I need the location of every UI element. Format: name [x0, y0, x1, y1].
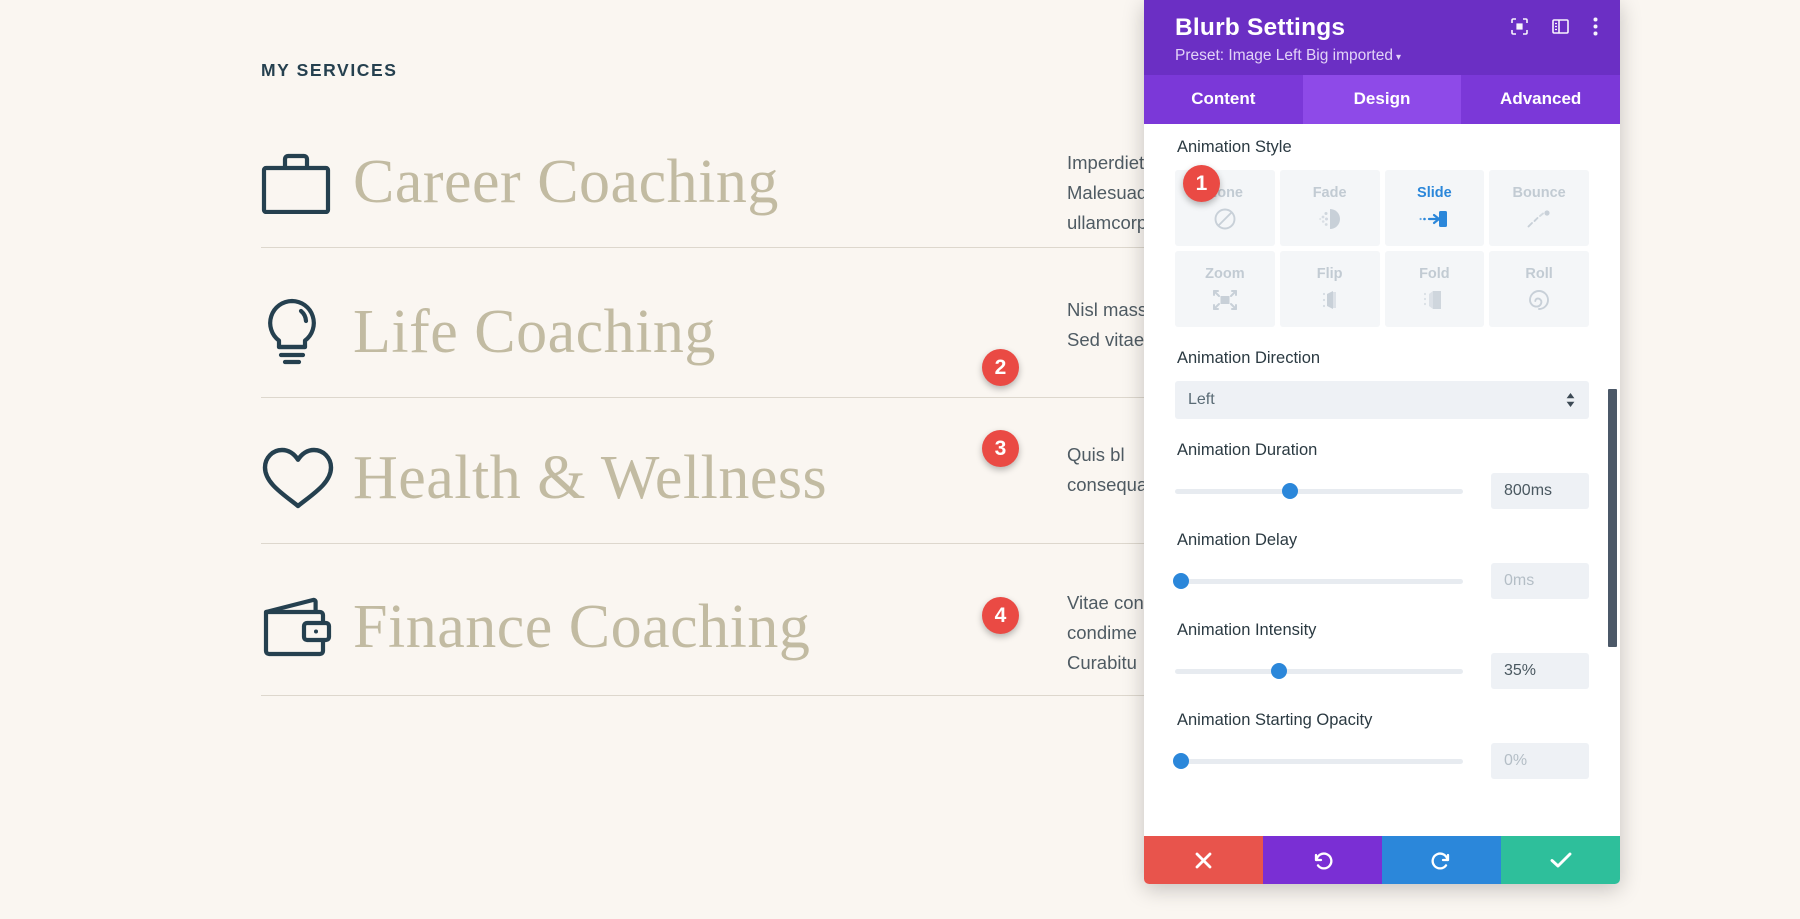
wallet-icon — [261, 596, 353, 660]
slider-track[interactable] — [1172, 573, 1463, 589]
fade-icon — [1317, 206, 1343, 232]
chevron-down-icon: ▾ — [1395, 52, 1401, 63]
slide-icon — [1419, 206, 1449, 232]
animation-option-zoom[interactable]: Zoom — [1175, 251, 1275, 327]
animation-delay-field: Animation Delay 0ms — [1144, 531, 1620, 599]
settings-panel-body[interactable]: Animation Style None Fade Slide Bounce Z… — [1144, 124, 1620, 836]
animation-opacity-slider[interactable] — [1172, 744, 1491, 778]
redo-button[interactable] — [1382, 836, 1501, 884]
animation-opacity-row: 0% — [1172, 743, 1589, 779]
flip-icon — [1317, 287, 1343, 313]
preset-label: Preset: Image Left Big imported — [1175, 47, 1393, 64]
animation-delay-slider[interactable] — [1172, 564, 1491, 598]
tab-bar: Content Design Advanced — [1144, 75, 1620, 124]
animation-option-roll[interactable]: Roll — [1489, 251, 1589, 327]
scrollbar[interactable] — [1608, 124, 1617, 836]
slider-track[interactable] — [1175, 483, 1463, 499]
animation-option-fade[interactable]: Fade — [1279, 170, 1380, 246]
slider-track[interactable] — [1172, 753, 1463, 769]
animation-intensity-slider[interactable] — [1175, 654, 1491, 688]
option-label: Flip — [1316, 265, 1343, 282]
preset-selector[interactable]: Preset: Image Left Big imported ▾ — [1175, 47, 1589, 65]
save-button[interactable] — [1501, 836, 1620, 884]
heart-icon — [261, 446, 353, 512]
slider-thumb[interactable] — [1172, 573, 1189, 589]
zoom-icon — [1212, 287, 1238, 313]
callout-badge-2: 2 — [982, 349, 1019, 386]
animation-intensity-field: Animation Intensity 35% — [1144, 621, 1620, 689]
animation-intensity-row: 35% — [1175, 653, 1589, 689]
focus-icon[interactable] — [1511, 18, 1528, 35]
roll-icon — [1526, 287, 1552, 313]
modal-header: Blurb Settings Preset: Image Left Big im… — [1144, 0, 1620, 75]
callout-badge-1: 1 — [1183, 165, 1220, 202]
page-title: MY SERVICES — [261, 60, 398, 80]
animation-direction-select[interactable]: Left — [1175, 381, 1589, 419]
animation-intensity-label: Animation Intensity — [1177, 621, 1317, 639]
slider-thumb[interactable] — [1172, 753, 1189, 769]
screen: MY SERVICES Career Coaching Imperdiet Ma… — [0, 0, 1800, 919]
animation-opacity-label: Animation Starting Opacity — [1177, 711, 1373, 729]
option-label: Zoom — [1205, 265, 1245, 282]
callout-badge-3: 3 — [982, 430, 1019, 467]
scrollbar-thumb[interactable] — [1608, 389, 1617, 647]
animation-direction-field: Animation Direction Left — [1144, 349, 1620, 419]
animation-style-label: Animation Style — [1177, 138, 1292, 156]
option-label: Bounce — [1512, 184, 1566, 201]
animation-option-fold[interactable]: Fold — [1384, 251, 1485, 327]
cancel-button[interactable] — [1144, 836, 1263, 884]
animation-duration-field: Animation Duration 800ms — [1144, 441, 1620, 509]
animation-style-field: Animation Style None Fade Slide Bounce Z… — [1144, 138, 1620, 327]
animation-duration-slider[interactable] — [1175, 474, 1491, 508]
service-row[interactable]: Career Coaching — [261, 118, 1161, 248]
animation-delay-input[interactable]: 0ms — [1491, 563, 1589, 599]
more-options-icon[interactable] — [1593, 17, 1598, 36]
slider-thumb[interactable] — [1282, 483, 1299, 499]
animation-delay-label: Animation Delay — [1177, 531, 1298, 549]
website-preview: MY SERVICES Career Coaching Imperdiet Ma… — [0, 0, 1200, 919]
modal-action-bar — [1144, 836, 1620, 884]
animation-duration-label: Animation Duration — [1177, 441, 1318, 459]
none-icon — [1213, 206, 1237, 232]
animation-delay-row: 0ms — [1172, 563, 1589, 599]
option-label: Fade — [1312, 184, 1347, 201]
animation-intensity-input[interactable]: 35% — [1491, 653, 1589, 689]
animation-duration-input[interactable]: 800ms — [1491, 473, 1589, 509]
option-label: Fold — [1419, 265, 1450, 282]
option-label: Roll — [1525, 265, 1553, 282]
service-title: Career Coaching — [353, 147, 779, 216]
animation-direction-label: Animation Direction — [1177, 349, 1321, 367]
callout-badge-4: 4 — [982, 597, 1019, 634]
header-tools — [1511, 17, 1598, 36]
service-row[interactable]: Finance Coaching — [261, 560, 1161, 696]
tab-advanced[interactable]: Advanced — [1461, 75, 1620, 124]
chevron-up-down-icon — [1566, 393, 1575, 407]
blurb-settings-modal: Blurb Settings Preset: Image Left Big im… — [1144, 0, 1620, 884]
animation-opacity-input[interactable]: 0% — [1491, 743, 1589, 779]
slider-thumb[interactable] — [1270, 663, 1287, 679]
tab-design[interactable]: Design — [1302, 75, 1462, 124]
service-title: Finance Coaching — [353, 592, 811, 661]
animation-option-flip[interactable]: Flip — [1279, 251, 1380, 327]
animation-option-bounce[interactable]: Bounce — [1489, 170, 1589, 246]
animation-direction-value: Left — [1188, 391, 1215, 408]
animation-duration-row: 800ms — [1175, 473, 1589, 509]
option-label: Slide — [1417, 184, 1452, 201]
bounce-icon — [1525, 206, 1553, 232]
fold-icon — [1421, 287, 1447, 313]
service-row[interactable]: Health & Wellness — [261, 414, 1161, 544]
service-title: Health & Wellness — [353, 443, 828, 512]
animation-style-grid: None Fade Slide Bounce Zoom Flip Fold Ro… — [1175, 170, 1589, 327]
layout-icon[interactable] — [1552, 18, 1569, 35]
animation-option-slide[interactable]: Slide — [1384, 170, 1485, 246]
tab-content[interactable]: Content — [1144, 75, 1303, 124]
slider-track[interactable] — [1175, 663, 1463, 679]
service-title: Life Coaching — [353, 297, 716, 366]
service-row[interactable]: Life Coaching — [261, 268, 1161, 398]
undo-button[interactable] — [1263, 836, 1382, 884]
briefcase-icon — [261, 152, 353, 214]
lightbulb-icon — [261, 297, 353, 369]
animation-opacity-field: Animation Starting Opacity 0% — [1144, 711, 1620, 779]
